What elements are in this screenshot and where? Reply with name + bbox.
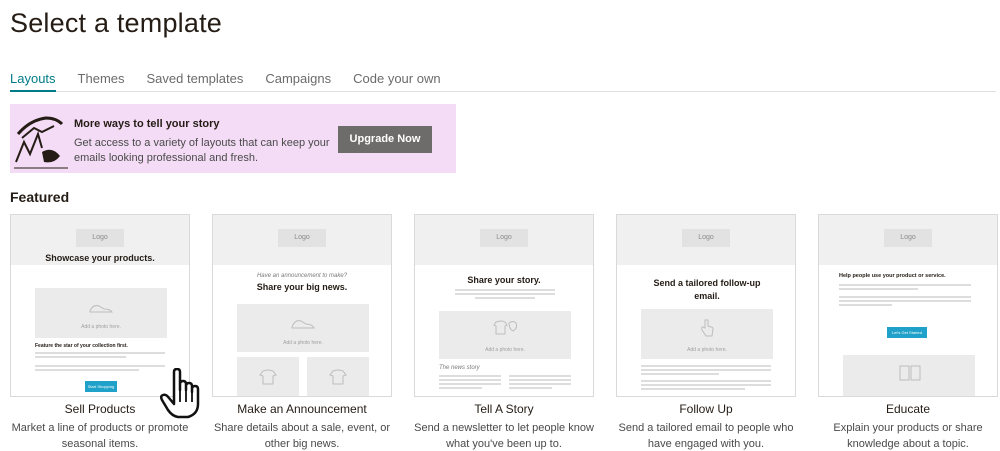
template-label[interactable]: Follow Up xyxy=(616,402,796,416)
preview-logo: Logo xyxy=(682,229,730,247)
template-description: Send a tailored email to people who have… xyxy=(618,422,794,450)
preview-body-text xyxy=(509,375,571,391)
preview-cta-button: Start Shopping xyxy=(85,381,117,392)
preview-body-text xyxy=(455,289,555,301)
template-description: Send a newsletter to let people know wha… xyxy=(414,422,594,450)
banner-title: More ways to tell your story xyxy=(74,118,220,130)
preview-section-title: The news story xyxy=(439,365,480,371)
preview-logo: Logo xyxy=(884,229,932,247)
template-card-follow-up[interactable]: Logo Send a tailored follow-up email. Ad… xyxy=(616,214,796,397)
preview-photo: Add a photo here. xyxy=(641,309,773,359)
banner-text: Get access to a variety of layouts that … xyxy=(74,137,330,164)
preview-photo: Add a photo here. xyxy=(237,304,369,352)
preview-photo-label: Add a photo here. xyxy=(485,347,525,353)
preview-headline: Showcase your products. xyxy=(45,253,155,263)
preview-photo-label: Add a photo here. xyxy=(81,324,121,330)
shirt-icon xyxy=(493,320,518,335)
preview-photo-label: Add a photo here. xyxy=(687,347,727,353)
preview-photo xyxy=(843,355,975,396)
template-label[interactable]: Educate xyxy=(818,402,998,416)
preview-body-text xyxy=(641,365,771,377)
preview-body-text xyxy=(839,296,971,308)
template-label[interactable]: Tell A Story xyxy=(414,402,594,416)
shirt-icon xyxy=(259,369,277,385)
template-description: Explain your products or share knowledge… xyxy=(833,422,983,450)
tab-themes[interactable]: Themes xyxy=(78,72,125,92)
preview-logo: Logo xyxy=(480,229,528,247)
upgrade-banner: More ways to tell your story Get access … xyxy=(10,104,456,173)
template-label[interactable]: Make an Announcement xyxy=(212,402,392,416)
template-card-educate[interactable]: Logo Help people use your product or ser… xyxy=(818,214,998,397)
template-description: Market a line of products or promote sea… xyxy=(11,422,189,450)
preview-body-text xyxy=(35,352,165,360)
template-description: Share details about a sale, event, or ot… xyxy=(213,422,391,450)
shoe-icon xyxy=(89,305,113,313)
preview-photo: Add a photo here. xyxy=(439,311,571,359)
page-title: Select a template xyxy=(10,8,223,38)
template-card-tell-a-story[interactable]: Logo Share your story. Add a photo here.… xyxy=(414,214,594,397)
preview-headline: Send a tailored follow-up email. xyxy=(653,278,761,301)
preview-headline: Share your story. xyxy=(467,275,541,285)
tab-code-your-own[interactable]: Code your own xyxy=(353,72,440,92)
preview-body-text xyxy=(35,365,165,373)
storyteller-illustration-icon xyxy=(14,116,68,169)
tab-saved-templates[interactable]: Saved templates xyxy=(147,72,244,92)
shoe-icon xyxy=(291,320,315,329)
book-icon xyxy=(899,365,921,381)
preview-headline: Help people use your product or service. xyxy=(839,273,946,279)
upgrade-now-button[interactable]: Upgrade Now xyxy=(338,126,432,153)
featured-heading: Featured xyxy=(10,189,70,205)
preview-headline: Share your big news. xyxy=(256,282,348,292)
preview-subhead: Feature the star of your collection firs… xyxy=(35,343,128,349)
template-tabs: Layouts Themes Saved templates Campaigns… xyxy=(10,72,996,92)
preview-photo-small xyxy=(307,357,369,396)
template-card-announcement[interactable]: Logo Have an announcement to make? Share… xyxy=(212,214,392,397)
preview-logo: Logo xyxy=(278,229,326,247)
preview-cta-label: Let's Get Started xyxy=(892,330,922,335)
preview-cta-button: Let's Get Started xyxy=(887,327,927,338)
preview-body-text xyxy=(439,375,501,391)
preview-photo-small xyxy=(237,357,299,396)
pointer-hand-icon xyxy=(701,319,714,337)
preview-photo-label: Add a photo here. xyxy=(283,340,323,346)
shirt-icon xyxy=(329,369,347,385)
preview-cta-label: Start Shopping xyxy=(87,384,115,389)
tab-layouts[interactable]: Layouts xyxy=(10,72,56,92)
hand-cursor-icon xyxy=(160,368,200,419)
tab-campaigns[interactable]: Campaigns xyxy=(265,72,331,92)
preview-body-text xyxy=(641,380,771,392)
preview-body-text xyxy=(839,284,971,292)
preview-logo: Logo xyxy=(76,229,124,247)
preview-photo: Add a photo here. xyxy=(35,288,167,338)
preview-kicker: Have an announcement to make? xyxy=(256,273,348,279)
